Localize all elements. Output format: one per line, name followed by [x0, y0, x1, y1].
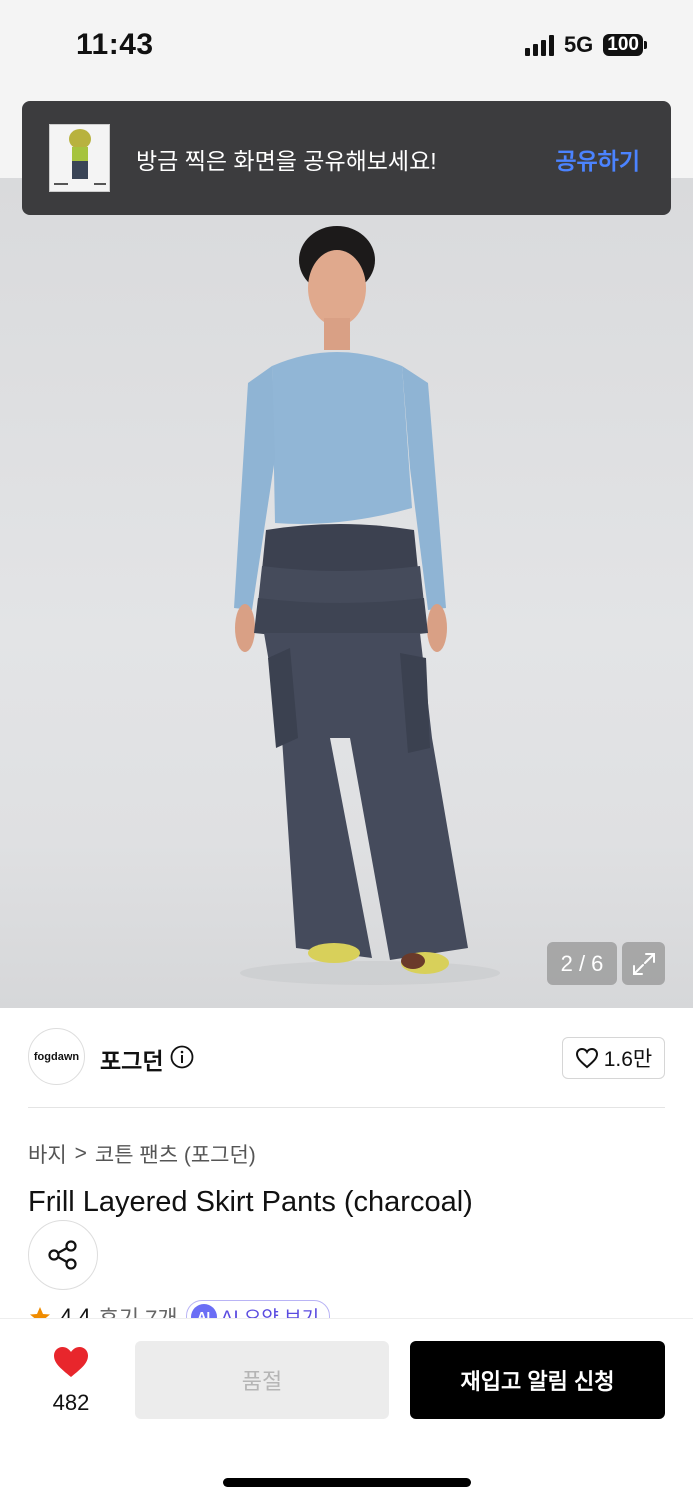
expand-icon: [632, 952, 655, 975]
info-icon[interactable]: [170, 1045, 194, 1069]
battery-icon: 100: [603, 34, 647, 56]
share-toast: 방금 찍은 화면을 공유해보세요! 공유하기: [22, 101, 671, 215]
brand-logo[interactable]: fogdawn: [28, 1028, 85, 1085]
signal-icon: [524, 34, 554, 56]
toast-share-button[interactable]: 공유하기: [555, 142, 640, 176]
brand-row: fogdawn 포그던 1.6만: [28, 1028, 665, 1088]
breadcrumb-separator: >: [74, 1142, 87, 1165]
wishlist-button[interactable]: 482: [36, 1345, 106, 1416]
wish-count: 482: [52, 1390, 90, 1415]
heart-outline-icon: [575, 1047, 598, 1069]
brand-like-button[interactable]: 1.6만: [562, 1037, 665, 1079]
battery-level: 100: [603, 34, 643, 56]
product-image[interactable]: [0, 178, 693, 1008]
share-button[interactable]: [28, 1220, 98, 1290]
breadcrumb-subcategory[interactable]: 코튼 팬츠 (포그던): [95, 1139, 256, 1169]
restock-alert-button[interactable]: 재입고 알림 신청: [410, 1341, 665, 1419]
brand-like-count: 1.6만: [603, 1048, 653, 1071]
breadcrumb-category[interactable]: 바지: [28, 1139, 67, 1169]
product-title: Frill Layered Skirt Pants (charcoal): [28, 1186, 473, 1218]
share-icon: [48, 1240, 77, 1270]
heart-filled-icon: [54, 1347, 88, 1377]
toast-message: 방금 찍은 화면을 공유해보세요!: [136, 148, 437, 174]
screenshot-thumbnail[interactable]: [49, 124, 110, 192]
status-time: 11:43: [76, 28, 154, 61]
status-indicators: 5G 100: [524, 32, 647, 58]
model-photo: [234, 226, 500, 985]
brand-name[interactable]: 포그던: [100, 1042, 163, 1076]
breadcrumb: 바지 > 코튼 팬츠 (포그던): [28, 1139, 256, 1169]
bottom-action-bar: 482 품절 재입고 알림 신청: [0, 1318, 693, 1500]
status-bar: 11:43 5G 100: [0, 0, 693, 95]
home-indicator: [223, 1478, 471, 1487]
divider: [28, 1107, 665, 1108]
network-label: 5G: [563, 32, 594, 57]
rating-row: 4.4 후기 7개 AI AI 요약 보기: [28, 1298, 668, 1320]
soldout-button: 품절: [135, 1341, 389, 1419]
ai-summary-button[interactable]: AI AI 요약 보기: [185, 1300, 331, 1320]
image-counter: 2 / 6: [547, 942, 617, 985]
expand-button[interactable]: [622, 942, 665, 985]
